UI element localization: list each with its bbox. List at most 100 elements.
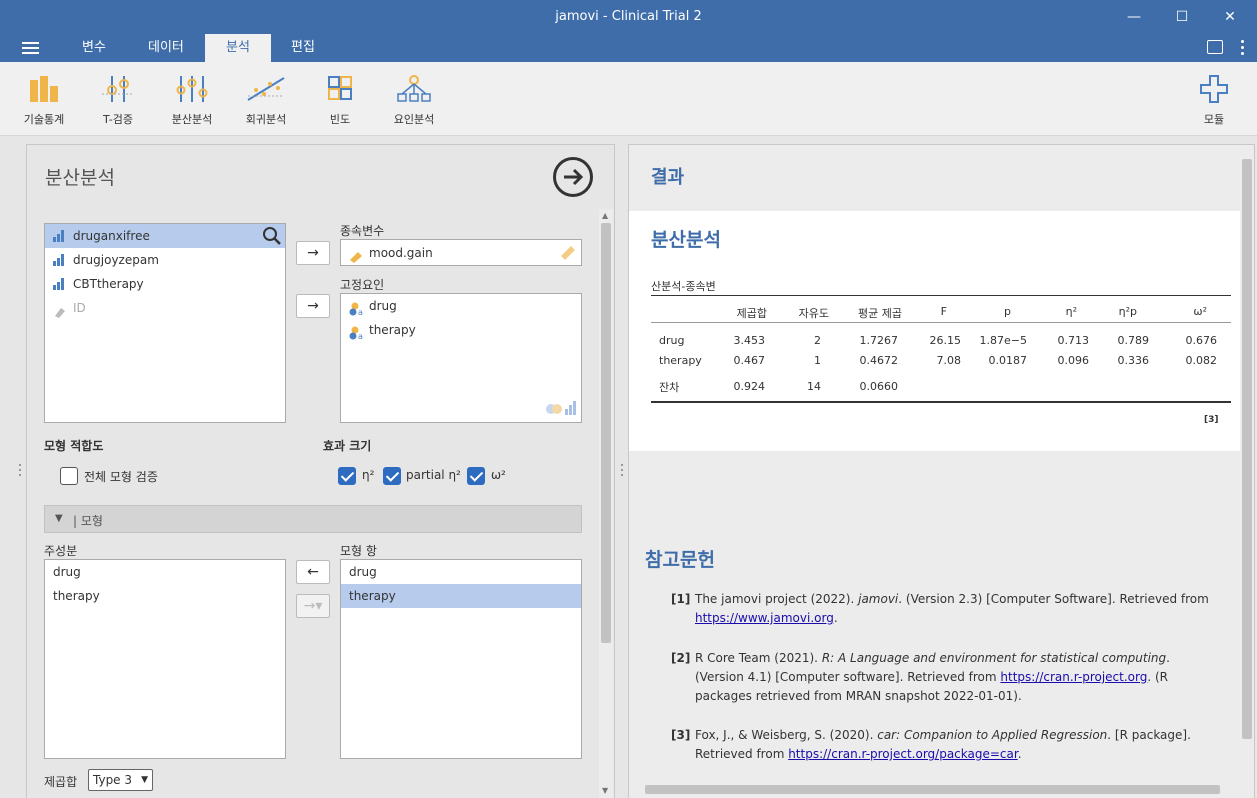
variable-item[interactable]: drugjoyzepam (45, 248, 285, 272)
variable-item[interactable]: CBTtherapy (45, 272, 285, 296)
center-splitter-handle[interactable] (620, 464, 624, 480)
id-variable-icon (53, 302, 67, 318)
results-header: 결과 (651, 167, 685, 188)
analysis-options-panel: 분산분석 druganxifree drugjoyzepam CBTtherap… (26, 144, 615, 798)
variable-item[interactable]: druganxifree (45, 224, 285, 248)
descriptives-label: 기술통계 (23, 113, 65, 126)
variable-item[interactable]: ID (45, 296, 285, 320)
factors-label: 고정요인 (340, 278, 385, 292)
panel-toggle-icon[interactable] (1207, 40, 1223, 54)
tab-edit[interactable]: 편집 (277, 34, 329, 62)
components-list[interactable]: drug therapy (44, 559, 286, 759)
scroll-up-icon[interactable]: ▲ (602, 211, 608, 220)
table-cell: 26.15 (929, 334, 962, 347)
factor-icon (397, 75, 431, 102)
anova-button[interactable]: 분산분석 (162, 74, 222, 127)
descriptives-button[interactable]: 기술통계 (14, 74, 74, 127)
factor-item[interactable]: a drug (341, 294, 581, 318)
reference-link[interactable]: https://www.jamovi.org (695, 611, 834, 625)
move-to-factors-button[interactable]: → (296, 294, 330, 318)
variable-name: druganxifree (73, 229, 150, 243)
omega-checkbox[interactable] (467, 467, 485, 485)
anova-icon (176, 76, 208, 102)
maximize-button[interactable]: ☐ (1159, 0, 1205, 34)
table-cell: 0.676 (1185, 334, 1218, 347)
dependent-variable-item[interactable]: mood.gain (341, 240, 581, 265)
scroll-down-icon[interactable]: ▼ (602, 786, 608, 795)
results-panel: 결과 분산분석 산분석-종속변 제곱합 자유도 평균 제곱 F p η² η²p… (628, 144, 1255, 798)
dependent-variable-box[interactable]: mood.gain (340, 239, 582, 266)
modules-button[interactable]: 모듈 (1184, 74, 1244, 127)
reference-link[interactable]: https://cran.r-project.org/package=car (788, 747, 1018, 761)
results-vertical-scrollbar[interactable] (1240, 145, 1254, 798)
ss-type-select[interactable]: Type 3 ▼ (88, 769, 153, 791)
table-cell: 0.082 (1185, 354, 1218, 367)
t-test-button[interactable]: T-검증 (88, 74, 148, 127)
t-test-icon (102, 76, 134, 102)
search-icon[interactable] (261, 225, 283, 247)
reference-item: [1] The jamovi project (2022). jamovi. (… (671, 590, 1211, 628)
table-cell: 0.713 (1057, 334, 1090, 347)
table-row-label: drug (659, 334, 685, 347)
table-row-label: 잔차 (659, 381, 680, 394)
component-item[interactable]: therapy (45, 584, 285, 608)
scrollbar-thumb[interactable] (1242, 159, 1252, 739)
model-terms-list[interactable]: drug therapy (340, 559, 582, 759)
model-section-header[interactable]: ▼ | 모형 (44, 505, 582, 533)
svg-text:a: a (358, 332, 363, 340)
partial-eta-checkbox[interactable] (383, 467, 401, 485)
left-splitter-handle[interactable] (18, 464, 22, 480)
reference-text: Fox, J., & Weisberg, S. (2020). (695, 728, 878, 742)
plus-icon (1200, 75, 1228, 103)
reference-title: R: A Language and environment for statis… (821, 651, 1167, 665)
continuous-variable-icon (53, 230, 67, 242)
results-title: 분산분석 (651, 229, 721, 251)
references-title: 참고문헌 (645, 549, 715, 571)
results-horizontal-scrollbar[interactable] (629, 781, 1240, 797)
remove-term-button[interactable]: ← (296, 560, 330, 584)
frequencies-button[interactable]: 빈도 (310, 74, 370, 127)
term-item[interactable]: therapy (341, 584, 581, 608)
col-header: 자유도 (798, 307, 829, 320)
reference-number: [2] (671, 651, 691, 665)
overall-test-label: 전체 모형 검증 (84, 470, 158, 484)
more-options-icon[interactable] (1241, 40, 1245, 56)
term-item[interactable]: drug (341, 560, 581, 584)
reference-link[interactable]: https://cran.r-project.org (1000, 670, 1147, 684)
tab-analyses[interactable]: 분석 (205, 34, 271, 62)
chevron-down-icon: ▼ (55, 513, 63, 524)
eta-checkbox[interactable] (338, 467, 356, 485)
tab-variables[interactable]: 변수 (68, 34, 120, 62)
factor-button[interactable]: 요인분석 (384, 74, 444, 127)
component-item[interactable]: drug (45, 560, 285, 584)
scrollbar-thumb[interactable] (601, 223, 611, 643)
reference-text: . (833, 611, 838, 625)
table-bottom-rule (651, 401, 1231, 403)
regression-button[interactable]: 회귀분석 (236, 74, 296, 127)
variables-list[interactable]: druganxifree drugjoyzepam CBTtherapy ID (44, 223, 286, 423)
options-scrollbar[interactable]: ▲ ▼ (599, 209, 613, 798)
frequencies-icon (328, 76, 352, 100)
go-results-arrow-icon[interactable] (553, 157, 593, 197)
hamburger-menu-icon[interactable] (22, 42, 39, 54)
overall-test-checkbox[interactable] (60, 467, 78, 485)
table-cell: 0.924 (733, 380, 766, 393)
table-cell: 0.0187 (988, 354, 1028, 367)
move-to-dependent-button[interactable]: → (296, 241, 330, 265)
table-cell: 2 (814, 334, 821, 347)
svg-text:a: a (358, 308, 363, 316)
nominal-variable-icon: a (349, 300, 363, 317)
fixed-factors-list[interactable]: a drug a therapy (340, 293, 582, 423)
scrollbar-thumb[interactable] (645, 785, 1220, 794)
reference-title: jamovi (858, 592, 899, 606)
table-cell: 0.096 (1057, 354, 1090, 367)
omega-label: ω² (491, 468, 506, 482)
minimize-button[interactable]: — (1111, 0, 1157, 34)
table-top-rule (651, 295, 1231, 296)
table-cell: 0.336 (1117, 354, 1150, 367)
tab-data[interactable]: 데이터 (134, 34, 198, 62)
reference-text: R Core Team (2021). (695, 651, 822, 665)
add-interaction-button[interactable]: →▾ (296, 594, 330, 618)
factor-item[interactable]: a therapy (341, 318, 581, 342)
close-button[interactable]: ✕ (1207, 0, 1253, 34)
